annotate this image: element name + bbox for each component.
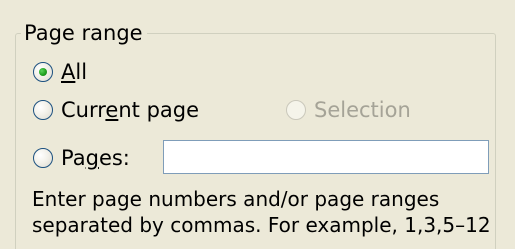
pages-input[interactable] xyxy=(163,140,489,174)
print-dialog-panel: Page range All Current page Selection Pa… xyxy=(0,0,515,249)
radio-all[interactable]: All xyxy=(33,59,87,85)
page-range-legend: Page range xyxy=(21,20,147,46)
radio-all-label: All xyxy=(61,60,88,84)
radio-selected-dot-icon xyxy=(39,68,47,76)
radio-current-page[interactable]: Current page xyxy=(33,97,199,123)
help-line-2: separated by commas. For example, 1,3,5–… xyxy=(32,213,491,237)
radio-selection: Selection xyxy=(286,97,411,123)
radio-pages[interactable]: Pages: xyxy=(33,145,130,171)
help-line-1: Enter page numbers and/or page ranges xyxy=(32,187,440,211)
radio-pages-label: Pages: xyxy=(61,146,130,170)
radio-current-page-label: Current page xyxy=(61,98,200,122)
radio-selection-label: Selection xyxy=(314,98,411,122)
radio-pages-indicator[interactable] xyxy=(33,148,53,168)
radio-selection-indicator xyxy=(286,100,306,120)
radio-current-page-indicator[interactable] xyxy=(33,100,53,120)
radio-all-indicator[interactable] xyxy=(33,62,53,82)
page-range-help-text: Enter page numbers and/or page ranges se… xyxy=(32,186,502,238)
